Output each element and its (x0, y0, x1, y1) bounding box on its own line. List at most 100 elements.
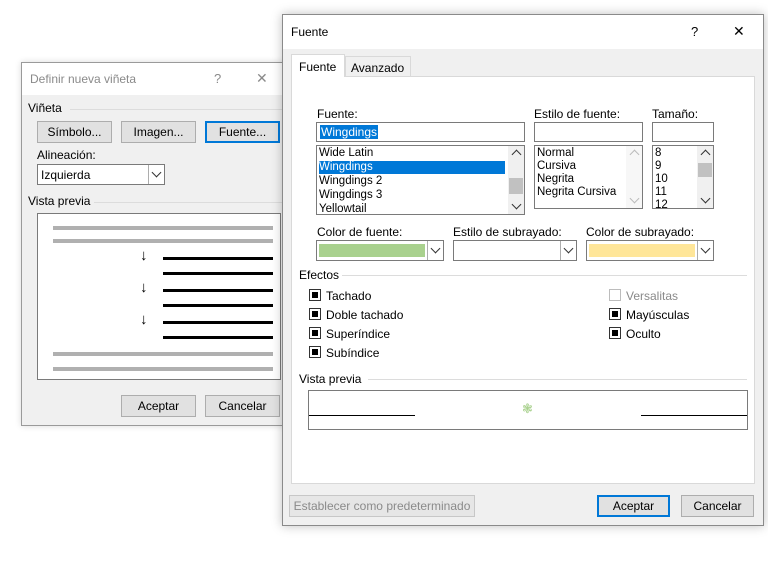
subscript-label[interactable]: Subíndice (326, 346, 379, 360)
preview-gray-line (53, 226, 273, 230)
hidden-label[interactable]: Oculto (626, 327, 661, 341)
font-ok-button[interactable]: Aceptar (597, 495, 670, 517)
indeterminate-mark (312, 330, 318, 336)
strikethrough-label[interactable]: Tachado (326, 289, 371, 303)
help-icon[interactable]: ? (691, 24, 698, 39)
preview-black-line (163, 336, 273, 339)
font-button[interactable]: Fuente... (205, 121, 280, 143)
chevron-down-icon (563, 243, 574, 254)
set-default-button[interactable]: Establecer como predeterminado (289, 495, 475, 517)
double-strikethrough-checkbox[interactable] (309, 308, 321, 320)
underline-color-swatch (589, 244, 695, 257)
size-list-scrollbar[interactable] (697, 146, 713, 208)
size-listbox[interactable]: 8 9 10 11 12 (652, 145, 714, 209)
tab-fuente[interactable]: Fuente (291, 54, 345, 77)
tab-fuente-label: Fuente (299, 60, 337, 74)
superscript-label[interactable]: Superíndice (326, 327, 390, 341)
font-list-item[interactable]: Wingdings 2 (319, 175, 505, 188)
all-caps-checkbox[interactable] (609, 308, 621, 320)
tab-avanzado[interactable]: Avanzado (345, 56, 411, 77)
preview-gray-line (53, 367, 273, 371)
effects-separator (342, 275, 747, 276)
size-list-item[interactable]: 8 (655, 147, 661, 160)
small-caps-checkbox[interactable] (609, 289, 621, 301)
font-color-dropdown[interactable] (427, 241, 443, 260)
style-list-item[interactable]: Negrita Cursiva (537, 186, 616, 199)
font-color-select[interactable] (316, 240, 444, 261)
alignment-select[interactable]: Izquierda (37, 164, 165, 185)
bullet-preview-label: Vista previa (28, 194, 91, 208)
close-icon[interactable]: ✕ (733, 23, 745, 40)
font-list-item[interactable]: Wingdings 3 (319, 189, 505, 202)
scroll-down-icon[interactable] (700, 193, 711, 204)
font-list-item[interactable]: Yellowtail (319, 203, 505, 214)
scroll-up-icon[interactable] (629, 149, 640, 160)
underline-style-select[interactable] (453, 240, 577, 261)
help-icon[interactable]: ? (214, 71, 221, 86)
preview-baseline-left (309, 415, 415, 416)
underline-color-select[interactable] (586, 240, 714, 261)
preview-black-line (163, 289, 273, 292)
font-list-item[interactable]: Wide Latin (319, 147, 505, 160)
font-dialog-titlebar[interactable]: Fuente ? ✕ (283, 15, 763, 49)
size-list-item[interactable]: 11 (655, 186, 667, 199)
symbol-button[interactable]: Símbolo... (37, 121, 112, 143)
bullet-cancel-button[interactable]: Cancelar (205, 395, 280, 417)
font-listbox[interactable]: Wide Latin Wingdings Wingdings 2 Wingdin… (316, 145, 525, 215)
bullet-preview-box: ↓ ↓ ↓ (37, 213, 281, 380)
style-list-item[interactable]: Normal (537, 147, 574, 160)
font-color-swatch (319, 244, 425, 257)
preview-black-line (163, 257, 273, 260)
strikethrough-checkbox[interactable] (309, 289, 321, 301)
underline-color-dropdown[interactable] (697, 241, 713, 260)
font-label: Fuente: (317, 107, 358, 121)
font-cancel-button[interactable]: Cancelar (681, 495, 754, 517)
size-list-item[interactable]: 10 (655, 173, 668, 186)
all-caps-label[interactable]: Mayúsculas (626, 308, 689, 322)
bullet-section-label: Viñeta (28, 101, 62, 115)
close-icon[interactable]: ✕ (256, 70, 268, 87)
preview-black-line (163, 272, 273, 275)
indeterminate-mark (312, 292, 318, 298)
scroll-up-icon[interactable] (511, 149, 522, 160)
font-name-input[interactable]: Wingdings (316, 122, 525, 142)
font-color-label: Color de fuente: (317, 225, 403, 239)
bullet-ok-button[interactable]: Aceptar (121, 395, 196, 417)
preview-baseline-right (641, 415, 747, 416)
style-listbox[interactable]: Normal Cursiva Negrita Negrita Cursiva (534, 145, 643, 209)
font-list-item-selected[interactable]: Wingdings (319, 161, 505, 174)
indeterminate-mark (612, 330, 618, 336)
preview-glyph: ❃ (522, 401, 533, 416)
scroll-thumb[interactable] (698, 163, 712, 177)
image-button[interactable]: Imagen... (121, 121, 196, 143)
size-list-item[interactable]: 9 (655, 160, 661, 173)
scroll-down-icon[interactable] (629, 193, 640, 204)
bullet-dialog-title: Definir nueva viñeta (30, 72, 137, 86)
chevron-down-icon (430, 243, 441, 254)
scroll-up-icon[interactable] (700, 149, 711, 160)
font-preview-box: ❃ (308, 390, 748, 430)
style-list-item[interactable]: Cursiva (537, 160, 576, 173)
font-preview-separator (368, 379, 747, 380)
effects-label: Efectos (299, 268, 340, 282)
tab-panel: Fuente: Wingdings Wide Latin Wingdings W… (291, 76, 755, 484)
underline-style-dropdown[interactable] (560, 241, 576, 260)
size-input[interactable] (652, 122, 714, 142)
double-strikethrough-label[interactable]: Doble tachado (326, 308, 403, 322)
small-caps-label[interactable]: Versalitas (626, 289, 678, 303)
font-name-value: Wingdings (320, 125, 379, 139)
superscript-checkbox[interactable] (309, 327, 321, 339)
size-list-item[interactable]: 12 (655, 199, 668, 208)
style-input[interactable] (534, 122, 643, 142)
scroll-down-icon[interactable] (511, 199, 522, 210)
subscript-checkbox[interactable] (309, 346, 321, 358)
hidden-checkbox[interactable] (609, 327, 621, 339)
scroll-thumb[interactable] (509, 178, 523, 194)
bullet-dialog-titlebar[interactable]: Definir nueva viñeta ? ✕ (22, 63, 284, 95)
style-list-item[interactable]: Negrita (537, 173, 574, 186)
font-list-scrollbar[interactable] (508, 146, 524, 214)
bullet-dialog: Definir nueva viñeta ? ✕ Viñeta Símbolo.… (21, 62, 285, 426)
preview-gray-line (53, 239, 273, 243)
style-list-scrollbar[interactable] (626, 146, 642, 208)
alignment-dropdown-button[interactable] (148, 165, 164, 184)
